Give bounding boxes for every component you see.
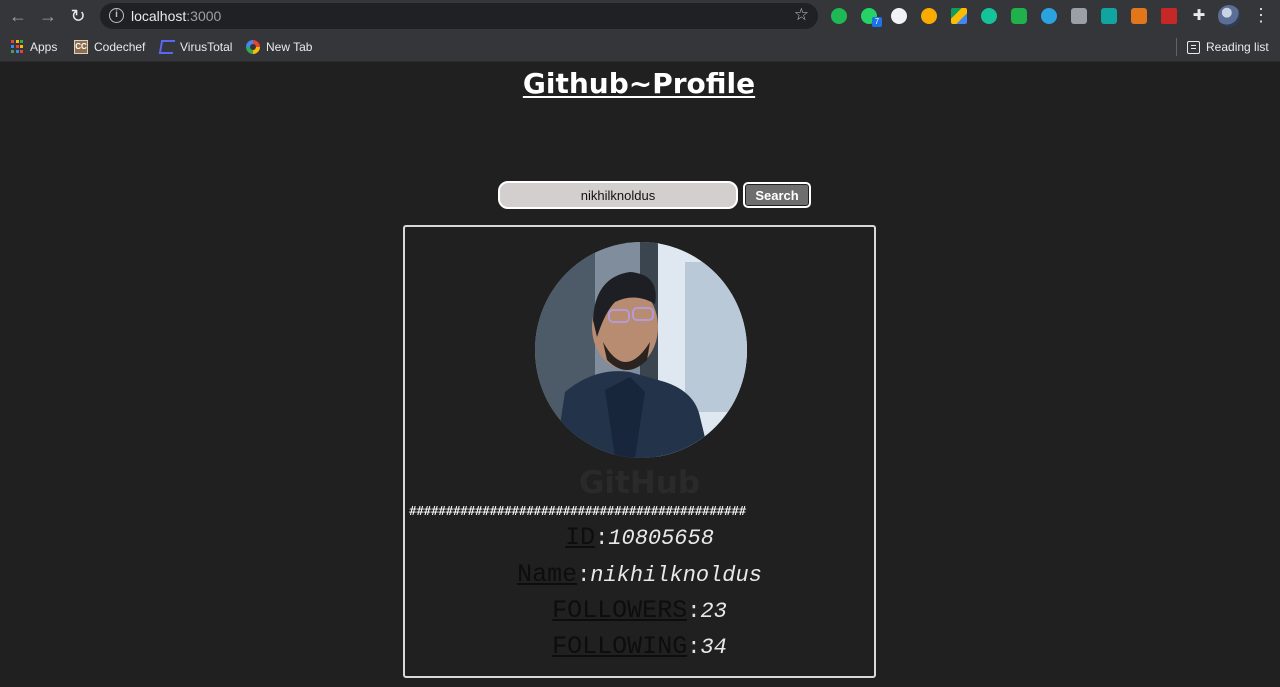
- separator: :: [687, 635, 701, 660]
- bookmark-label: Apps: [30, 40, 58, 54]
- bookmark-new-tab[interactable]: New Tab: [246, 38, 312, 56]
- following-label: FOLLOWING: [552, 632, 688, 661]
- followers-row: FOLLOWERS:23: [405, 596, 874, 625]
- id-label: ID: [565, 523, 596, 552]
- add-extension-icon[interactable]: [891, 8, 907, 24]
- bookmark-label: New Tab: [266, 40, 313, 54]
- google-icon: [246, 40, 260, 54]
- puzzle-extensions-icon[interactable]: ✚: [1191, 8, 1207, 24]
- bookmark-codechef[interactable]: CC Codechef: [74, 38, 145, 56]
- grammarly-extension-icon[interactable]: [981, 8, 997, 24]
- back-icon[interactable]: ←: [7, 5, 29, 27]
- address-bar[interactable]: i localhost:3000 ☆: [100, 3, 818, 29]
- id-value: 10805658: [608, 526, 714, 551]
- name-row: Name:nikhilknoldus: [405, 560, 874, 589]
- extension-badge: 7: [872, 17, 882, 27]
- bookmarks-bar: Apps CC Codechef VirusTotal New Tab Read…: [0, 32, 1280, 62]
- bookmark-star-icon[interactable]: ☆: [794, 5, 809, 25]
- green-extension-icon[interactable]: [1011, 8, 1027, 24]
- teal-extension-icon[interactable]: [1101, 8, 1117, 24]
- profile-photo-illustration: [535, 242, 747, 458]
- following-value: 34: [700, 635, 727, 660]
- codechef-icon: CC: [74, 40, 88, 54]
- chat-extension-icon[interactable]: [831, 8, 847, 24]
- reload-icon[interactable]: ↻: [67, 5, 89, 27]
- separator: :: [687, 599, 701, 624]
- company-name: GitHub: [578, 465, 701, 501]
- name-label: Name: [517, 560, 578, 589]
- browser-toolbar: ← → ↻ i localhost:3000 ☆ 7 ✚ ⋮: [0, 0, 1280, 32]
- telegram-extension-icon[interactable]: [1041, 8, 1057, 24]
- page-body: Github~Profile Search GitHub ###########…: [0, 63, 1280, 687]
- gray-extension-icon[interactable]: [1071, 8, 1087, 24]
- apps-grid-icon: [11, 40, 24, 54]
- reading-list-icon: [1187, 40, 1200, 54]
- name-value: nikhilknoldus: [590, 563, 762, 588]
- virustotal-icon: [158, 40, 176, 54]
- bookmark-virustotal[interactable]: VirusTotal: [158, 38, 233, 56]
- bookmark-label: Codechef: [94, 40, 146, 54]
- profile-avatar[interactable]: [1218, 5, 1240, 27]
- followers-label: FOLLOWERS: [552, 596, 688, 625]
- calendar-extension-icon[interactable]: [1161, 8, 1177, 24]
- following-row: FOLLOWING:34: [405, 632, 874, 661]
- whatsapp-extension-icon[interactable]: 7: [861, 8, 882, 27]
- divider-hashes: ########################################…: [409, 503, 746, 518]
- followers-value: 23: [700, 599, 727, 624]
- forward-icon[interactable]: →: [37, 5, 59, 27]
- metamask-extension-icon[interactable]: [1131, 8, 1147, 24]
- url-text[interactable]: localhost:3000: [131, 8, 221, 24]
- profile-card: GitHub #################################…: [403, 225, 876, 678]
- drive-extension-icon[interactable]: [951, 8, 967, 24]
- profile-photo: [535, 242, 747, 458]
- separator: :: [577, 563, 591, 588]
- page-title: Github~Profile: [522, 67, 756, 100]
- username-search-input[interactable]: [498, 181, 738, 209]
- edit-extension-icon[interactable]: [921, 8, 937, 24]
- bookmark-label: VirusTotal: [180, 40, 233, 54]
- search-button[interactable]: Search: [743, 182, 811, 208]
- separator: :: [595, 526, 609, 551]
- menu-kebab-icon[interactable]: ⋮: [1252, 4, 1270, 26]
- site-info-icon[interactable]: i: [109, 8, 124, 23]
- reading-list-button[interactable]: Reading list: [1187, 38, 1269, 56]
- bookmarks-divider: [1176, 38, 1177, 56]
- reading-list-label: Reading list: [1206, 40, 1269, 54]
- id-row: ID:10805658: [405, 523, 874, 552]
- bookmark-apps[interactable]: Apps: [11, 38, 57, 56]
